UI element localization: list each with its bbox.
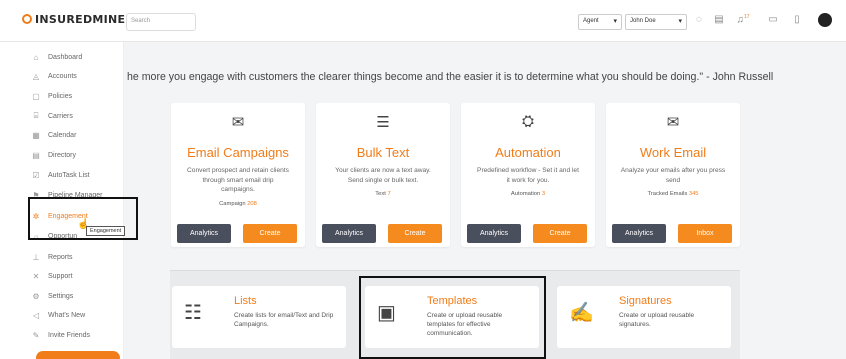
card-description: Your clients are now a text away. Send s… — [335, 167, 431, 184]
message-icon: ☰ — [376, 114, 390, 131]
signature-icon: ✍ — [569, 302, 594, 324]
stat-count[interactable]: 3 — [542, 191, 545, 197]
card-stat: Campaign 208 — [219, 200, 257, 207]
sidebar-item-settings[interactable]: ⚙ Settings — [30, 288, 73, 304]
sidebar-item-policies[interactable]: ▢ Policies — [30, 88, 72, 104]
sidebar-item-label: Policies — [48, 92, 73, 100]
refresh-icon[interactable]: ◌ — [692, 14, 706, 25]
sidebar-item-calendar[interactable]: ▦ Calendar — [30, 127, 76, 143]
chevron-down-icon: ▾ — [678, 18, 682, 25]
card-description: Predefined workflow - Set it and let it … — [477, 167, 579, 184]
chevron-down-icon: ▾ — [613, 18, 617, 25]
invite-icon: ✎ — [32, 330, 40, 340]
sidebar-item-accounts[interactable]: ◬ Accounts — [30, 68, 77, 84]
support-icon: ✕ — [32, 271, 40, 281]
policies-icon: ▢ — [32, 91, 40, 101]
sidebar-item-label: Settings — [48, 292, 74, 300]
card-bulk-text: ☰ Bulk Text Your clients are now a text aw… — [316, 103, 450, 247]
analytics-button[interactable]: Analytics — [612, 224, 666, 243]
card-stat: Text 7 — [375, 191, 391, 197]
avatar[interactable] — [818, 13, 832, 27]
create-button[interactable]: Create — [388, 224, 442, 243]
card-email-campaigns: ✉ Email Campaigns Convert prospect and ret… — [171, 103, 305, 247]
stat-count[interactable]: 7 — [388, 191, 391, 197]
card-title[interactable]: Email Campaigns — [171, 145, 305, 160]
sidebar-item-label: Directory — [48, 151, 77, 159]
reports-icon: ⊥ — [32, 252, 40, 262]
document-icon[interactable]: ▯ — [790, 14, 804, 25]
card-work-email: ✉ Work Email Analyze your emails after you… — [606, 103, 740, 247]
card-description: Analyze your emails after you press send — [620, 167, 726, 184]
sidebar-item-label: What's New — [48, 311, 86, 319]
top-bar: INSUREDMINE Search Agent ▾ John Doe ▾ ◌ ▤ … — [0, 0, 846, 42]
sidebar-item-label: Reports — [48, 253, 73, 261]
stat-count[interactable]: 345 — [689, 191, 699, 197]
whats-new-icon: ◁ — [32, 310, 40, 320]
card-automation: ⛭ Automation Predefined workflow - Set it … — [461, 103, 595, 247]
sidebar-item-carriers[interactable]: ⌸ Carriers — [30, 108, 73, 124]
create-button[interactable]: Create — [533, 224, 587, 243]
work-email-icon: ✉ — [666, 114, 680, 131]
create-button[interactable]: Create — [243, 224, 297, 243]
engagement-quote: he more you engage with customers the cl… — [127, 71, 774, 83]
logo-mark-icon — [22, 14, 32, 24]
sidebar-item-label: Dashboard — [48, 53, 83, 61]
feature-title[interactable]: Signatures — [619, 295, 672, 307]
chat-icon[interactable]: ▭ — [766, 14, 780, 25]
feature-description: Create lists for email/Text and Drip Cam… — [234, 312, 334, 328]
sidebar-item-invite-friends[interactable]: ✎ Invite Friends — [30, 327, 90, 343]
sidebar-item-dashboard[interactable]: ⌂ Dashboard — [30, 49, 83, 65]
sidebar-action-button[interactable] — [36, 351, 120, 359]
inbox-button[interactable]: Inbox — [678, 224, 732, 243]
sidebar-item-support[interactable]: ✕ Support — [30, 268, 73, 284]
analytics-button[interactable]: Analytics — [322, 224, 376, 243]
role-select[interactable]: Agent ▾ — [578, 14, 622, 30]
list-icon: ☷ — [184, 302, 202, 324]
sidebar-item-label: Accounts — [48, 72, 77, 80]
calendar-icon[interactable]: ▤ — [712, 14, 726, 25]
sidebar-item-what-s-new[interactable]: ◁ What's New — [30, 307, 85, 323]
accounts-icon: ◬ — [32, 71, 40, 81]
sidebar-item-label: AutoTask List — [48, 171, 90, 179]
sidebar-item-label: Support — [48, 272, 73, 280]
engagement-tooltip: Engagement — [86, 226, 126, 236]
sidebar-item-directory[interactable]: ▤ Directory — [30, 147, 76, 163]
feature-title[interactable]: Lists — [234, 295, 257, 307]
card-description: Convert prospect and retain clients thro… — [187, 167, 289, 193]
card-stat: Automation 3 — [510, 191, 546, 197]
sidebar-item-reports[interactable]: ⊥ Reports — [30, 249, 73, 265]
card-title[interactable]: Automation — [461, 145, 595, 160]
bell-icon[interactable]: ♫17 — [736, 14, 750, 25]
sidebar-item-label: Calendar — [48, 131, 77, 139]
analytics-button[interactable]: Analytics — [467, 224, 521, 243]
envelope-icon: ✉ — [231, 114, 245, 131]
feature-lists[interactable]: ☷ Lists Create lists for email/Text and Dr… — [172, 286, 346, 348]
card-title[interactable]: Work Email — [606, 145, 740, 160]
automation-icon: ⛭ — [521, 113, 534, 130]
feature-signatures[interactable]: ✍ Signatures Create or upload reusable sig… — [557, 286, 731, 348]
card-stat: Tracked Emails 345 — [647, 191, 699, 197]
analytics-button[interactable]: Analytics — [177, 224, 231, 243]
card-title[interactable]: Bulk Text — [316, 145, 450, 160]
feature-description: Create or upload reusable signatures. — [619, 312, 695, 328]
sidebar-item-autotask-list[interactable]: ☑ AutoTask List — [30, 167, 90, 183]
sidebar-item-label: Invite Friends — [48, 331, 91, 339]
directory-icon: ▤ — [32, 150, 40, 160]
settings-icon: ⚙ — [32, 291, 40, 301]
sidebar-item-label: Carriers — [48, 112, 73, 120]
autotask-icon: ☑ — [32, 170, 40, 180]
stat-count[interactable]: 208 — [247, 201, 257, 207]
user-select[interactable]: John Doe ▾ — [625, 14, 687, 30]
app-logo[interactable]: INSUREDMINE — [22, 13, 125, 26]
calendar-icon: ▦ — [32, 130, 40, 140]
home-icon: ⌂ — [33, 52, 39, 62]
templates-highlight-box — [359, 276, 546, 359]
carriers-icon: ⌸ — [33, 111, 39, 120]
search-input[interactable]: Search — [126, 13, 196, 31]
